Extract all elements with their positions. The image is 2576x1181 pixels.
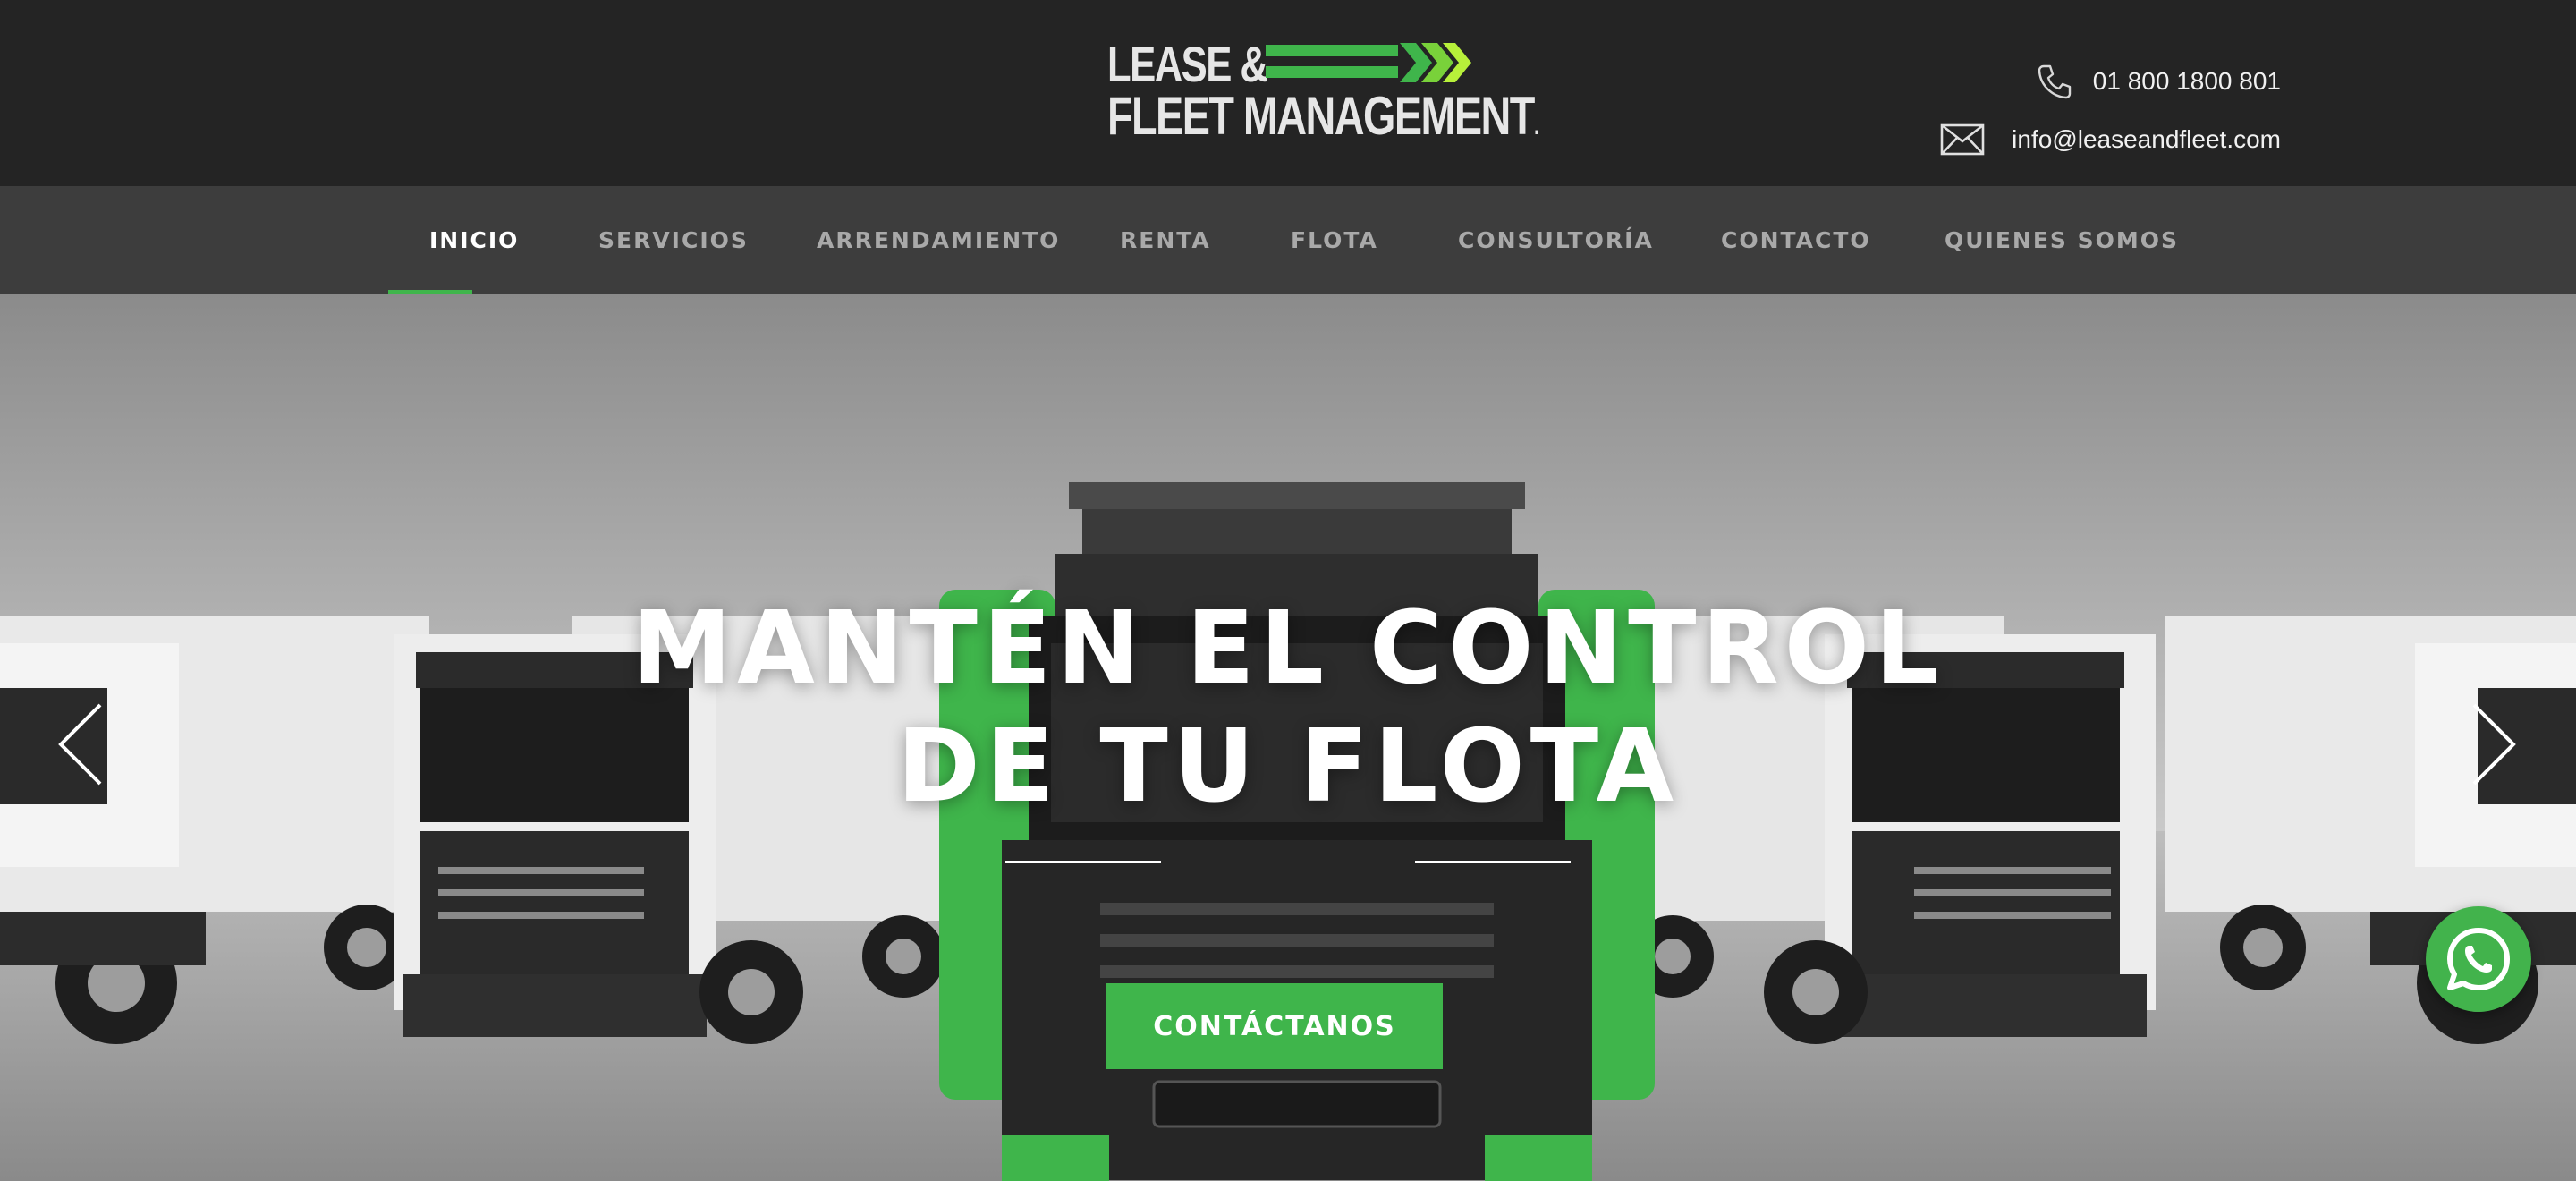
hero-title: MANTÉN EL CONTROL DE TU FLOTA xyxy=(0,590,2576,826)
hero-title-line1: MANTÉN EL CONTROL xyxy=(631,590,1945,707)
hero-slider: MANTÉN EL CONTROL DE TU FLOTA CONTÁCTANO… xyxy=(0,294,2576,1181)
phone-icon xyxy=(2036,63,2073,100)
contact-cta-button[interactable]: CONTÁCTANOS xyxy=(1106,983,1443,1069)
nav-item-servicios[interactable]: SERVICIOS xyxy=(598,186,749,294)
logo-line2: FLEET MANAGEMENT. xyxy=(1107,86,1539,146)
nav-item-consultoria[interactable]: CONSULTORÍA xyxy=(1458,186,1654,294)
nav-item-renta[interactable]: RENTA xyxy=(1120,186,1211,294)
hero-divider-left xyxy=(1005,861,1161,863)
whatsapp-button[interactable] xyxy=(2426,906,2531,1012)
main-nav: INICIO SERVICIOS ARRENDAMIENTO RENTA FLO… xyxy=(0,186,2576,294)
nav-item-quienes-somos[interactable]: QUIENES SOMOS xyxy=(1945,186,2179,294)
chevron-left-icon[interactable] xyxy=(54,701,107,792)
site-logo[interactable]: LEASE & FLEET MANAGEMENT. xyxy=(1107,36,1539,143)
site-header: LEASE & FLEET MANAGEMENT. 01 800 1800 80… xyxy=(0,0,2576,186)
nav-item-flota[interactable]: FLOTA xyxy=(1291,186,1378,294)
logo-line1: LEASE & xyxy=(1107,36,1268,92)
hero-title-line2: DE TU FLOTA xyxy=(896,709,1680,825)
nav-item-inicio[interactable]: INICIO xyxy=(429,186,519,294)
whatsapp-icon xyxy=(2447,928,2510,990)
header-email[interactable]: info@leaseandfleet.com xyxy=(1940,123,2281,156)
phone-number: 01 800 1800 801 xyxy=(2092,67,2281,95)
logo-arrows-icon xyxy=(1266,43,1471,82)
header-phone[interactable]: 01 800 1800 801 xyxy=(2036,63,2281,100)
email-address: info@leaseandfleet.com xyxy=(2012,125,2281,153)
nav-item-contacto[interactable]: CONTACTO xyxy=(1721,186,1871,294)
envelope-icon xyxy=(1940,123,1985,156)
hero-divider-right xyxy=(1415,861,1571,863)
chevron-right-icon[interactable] xyxy=(2467,701,2521,792)
nav-item-arrendamiento[interactable]: ARRENDAMIENTO xyxy=(817,186,1060,294)
